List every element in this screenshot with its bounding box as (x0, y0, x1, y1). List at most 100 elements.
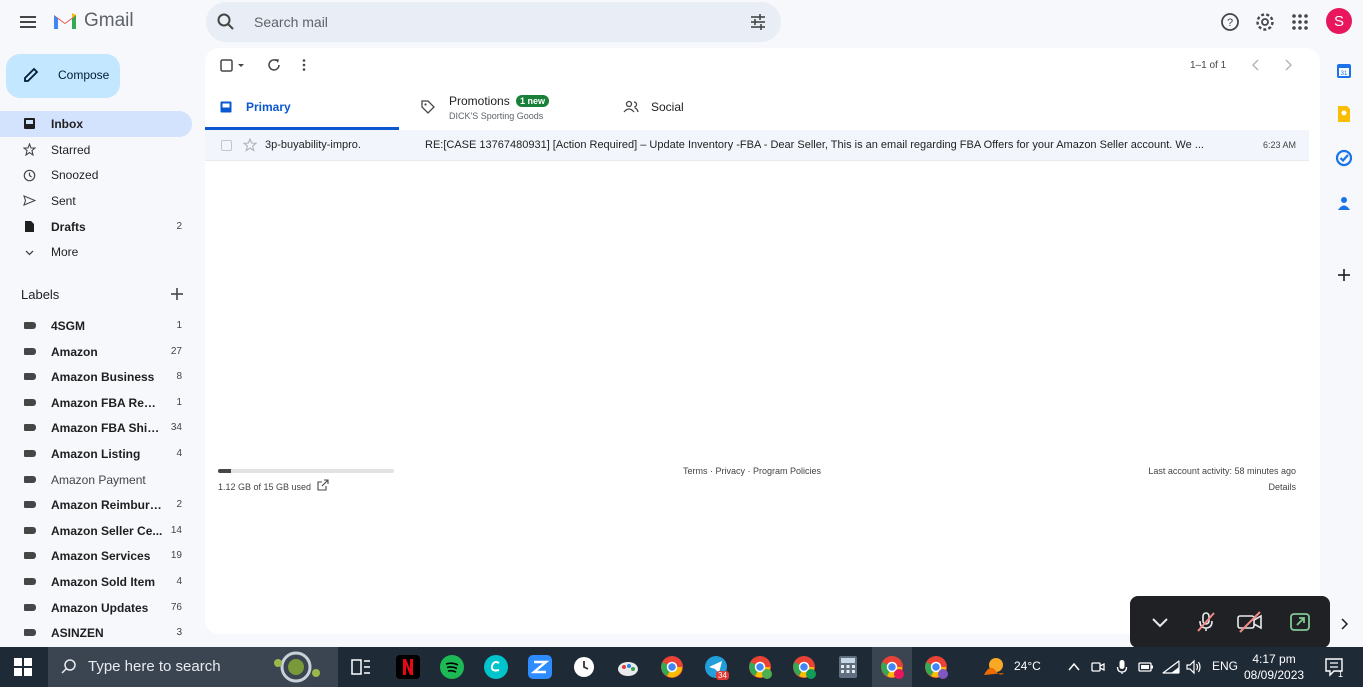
activity-details-link[interactable]: Details (1268, 482, 1296, 492)
label-item[interactable]: Amazon Payment (0, 467, 192, 493)
chevron-left-icon[interactable] (1251, 59, 1261, 71)
expand-side-panel-icon[interactable] (1338, 617, 1350, 631)
top-bar: Gmail ? S (0, 0, 1363, 44)
collapse-chevron-icon[interactable] (1148, 610, 1172, 634)
account-avatar[interactable]: S (1326, 8, 1352, 34)
chrome-profile-l-icon[interactable] (792, 655, 816, 679)
google-keep-icon[interactable] (1335, 105, 1353, 123)
sidebar-item-label: Drafts (51, 219, 86, 234)
search-bar[interactable] (206, 2, 781, 42)
sidebar-item-snoozed[interactable]: Snoozed (0, 162, 192, 188)
taskbar-clock[interactable]: 4:17 pm 08/09/2023 (1244, 651, 1304, 683)
label-item[interactable]: ASINZEN 3 (0, 620, 192, 646)
paint-app-icon[interactable] (616, 655, 640, 679)
meet-now-icon[interactable] (1090, 659, 1106, 675)
search-icon[interactable] (216, 12, 236, 32)
label-name: ASINZEN (51, 626, 104, 641)
microphone-icon[interactable] (1114, 659, 1130, 675)
add-label-icon[interactable] (170, 287, 184, 301)
tab-promotions[interactable]: Promotions 1 new DICK'S Sporting Goods (413, 86, 609, 130)
main-menu-button[interactable] (16, 10, 40, 34)
label-item[interactable]: Amazon Listing 4 (0, 441, 192, 467)
label-item[interactable]: Amazon 27 (0, 339, 192, 365)
wifi-icon[interactable] (1162, 659, 1180, 675)
search-input[interactable] (254, 10, 734, 34)
email-sender: 3p-buyability-impro. (265, 139, 361, 151)
mail-panel: 1–1 of 1 Primary Promotions 1 new DICK'S… (205, 48, 1320, 634)
task-view-icon[interactable] (349, 655, 373, 679)
label-item[interactable]: Amazon FBA Remo... 1 (0, 390, 192, 416)
tab-label: Primary (246, 100, 291, 114)
google-apps-icon[interactable] (1289, 11, 1311, 33)
tab-social[interactable]: Social (613, 86, 809, 130)
settings-gear-icon[interactable] (1254, 11, 1276, 33)
chrome-profile-r-icon[interactable] (924, 655, 948, 679)
sidebar-item-sent[interactable]: Sent (0, 188, 192, 214)
label-item[interactable]: Amazon Seller Ce... 14 (0, 518, 192, 544)
sidebar-item-more[interactable]: More (0, 239, 192, 265)
select-all-checkbox[interactable] (220, 59, 244, 73)
netflix-icon[interactable] (396, 655, 420, 679)
telegram-unread-badge: 34 (716, 671, 729, 680)
google-calendar-icon[interactable]: 31 (1335, 62, 1353, 80)
sidebar-item-drafts[interactable]: Drafts 2 (0, 214, 192, 240)
zoom-icon[interactable] (528, 655, 552, 679)
label-tag-icon (24, 501, 36, 509)
google-contacts-icon[interactable] (1335, 194, 1353, 212)
refresh-icon[interactable] (267, 58, 281, 72)
label-count: 1 (176, 320, 182, 331)
sidebar-item-starred[interactable]: Starred (0, 137, 192, 163)
google-tasks-icon[interactable] (1335, 149, 1353, 167)
email-subject-snippet: RE:[CASE 13767480931] [Action Required] … (425, 139, 1204, 151)
taskbar-search-box[interactable]: Type here to search (48, 647, 338, 687)
calculator-icon[interactable] (836, 655, 860, 679)
chevron-up-icon[interactable] (1066, 659, 1082, 675)
email-select-checkbox[interactable] (221, 140, 232, 151)
svg-text:31: 31 (1341, 71, 1348, 77)
add-addon-icon[interactable] (1335, 266, 1353, 284)
search-options-icon[interactable] (749, 13, 767, 31)
label-item[interactable]: Amazon Updates 76 (0, 595, 192, 621)
input-language[interactable]: ENG (1212, 659, 1238, 673)
sidebar-item-inbox[interactable]: Inbox (0, 111, 192, 137)
label-item[interactable]: 4SGM 1 (0, 313, 192, 339)
clock-app-icon[interactable] (572, 655, 596, 679)
pagination-text: 1–1 of 1 (1190, 60, 1227, 71)
microphone-off-icon[interactable] (1194, 610, 1218, 634)
label-name: 4SGM (51, 319, 86, 333)
chrome-profile-s-icon[interactable] (880, 655, 904, 679)
battery-icon[interactable] (1138, 659, 1154, 675)
chrome-profile-icon[interactable] (660, 655, 684, 679)
label-item[interactable]: Amazon Sold Item 4 (0, 569, 192, 595)
label-name: Amazon FBA Remo... (51, 395, 164, 410)
volume-icon[interactable] (1186, 659, 1202, 675)
label-item[interactable]: Amazon Business 8 (0, 364, 192, 390)
label-item[interactable]: Amazon Reimburse... 2 (0, 492, 192, 518)
chrome-profile-m-icon[interactable] (748, 655, 772, 679)
email-row[interactable]: 3p-buyability-impro. RE:[CASE 1376748093… (205, 130, 1309, 161)
help-icon[interactable]: ? (1219, 11, 1241, 33)
storage-usage-text: 1.12 GB of 15 GB used (218, 482, 312, 492)
meet-controls (1130, 596, 1330, 648)
tab-primary[interactable]: Primary (205, 86, 399, 130)
more-options-icon[interactable] (301, 58, 307, 72)
open-external-icon[interactable] (317, 479, 329, 491)
compose-button[interactable]: Compose (6, 54, 120, 98)
windows-start-icon[interactable] (14, 658, 32, 676)
pencil-icon (24, 67, 39, 82)
chevron-right-icon[interactable] (1283, 59, 1293, 71)
spotify-icon[interactable] (440, 655, 464, 679)
label-item[interactable]: Amazon FBA Ship... 34 (0, 415, 192, 441)
label-name: Amazon Reimburse... (51, 498, 164, 513)
label-item[interactable]: Amazon Services 19 (0, 543, 192, 569)
canva-icon[interactable] (484, 655, 508, 679)
present-screen-icon[interactable] (1288, 610, 1312, 634)
gmail-logo[interactable]: Gmail (52, 10, 134, 32)
notification-count: 1 (1338, 669, 1344, 679)
sidebar-item-label: Sent (51, 193, 76, 208)
weather-icon[interactable] (982, 655, 1006, 679)
star-icon[interactable] (243, 138, 257, 152)
label-name: Amazon Updates (51, 600, 149, 615)
camera-off-icon[interactable] (1236, 610, 1264, 634)
footer-links[interactable]: Terms · Privacy · Program Policies (683, 466, 821, 476)
